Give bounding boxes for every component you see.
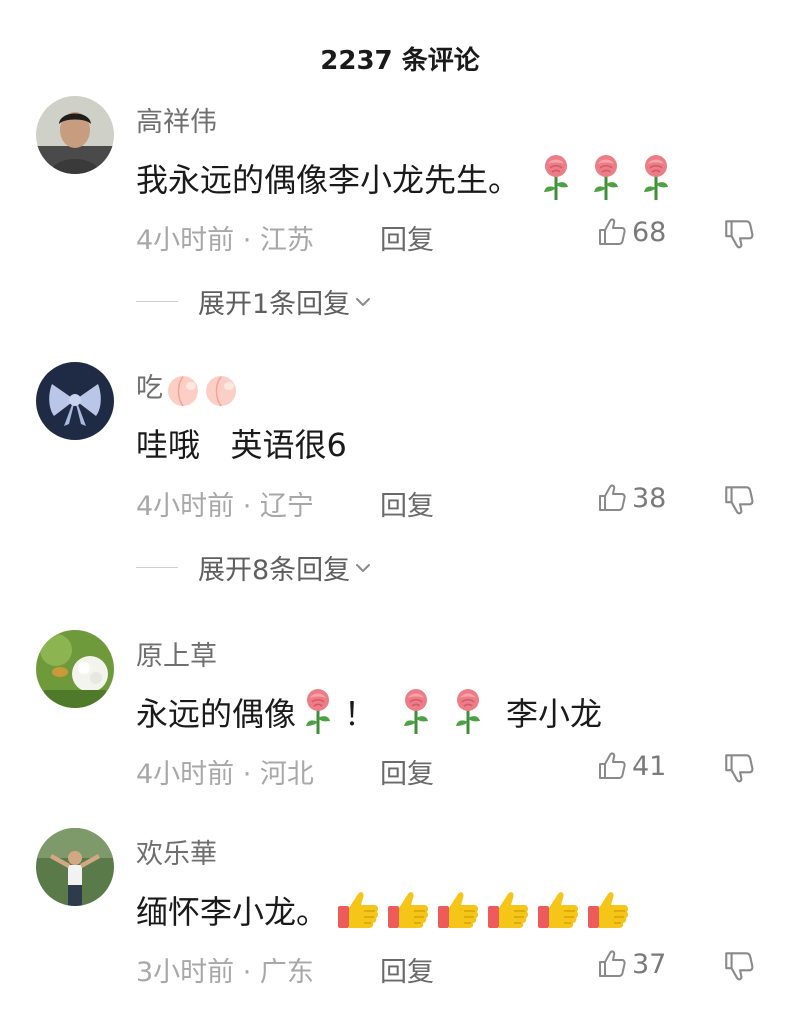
rose-emoji-icon	[396, 688, 436, 736]
avatar[interactable]	[36, 96, 114, 174]
thumbs-up-emoji-icon	[334, 886, 382, 934]
like-button[interactable]: 41	[596, 750, 666, 782]
reply-button[interactable]: 回复	[380, 218, 434, 257]
username[interactable]: 欢乐華	[136, 832, 217, 871]
thumbs-down-icon	[722, 751, 756, 785]
reply-button[interactable]: 回复	[380, 752, 434, 791]
rose-emoji-icon	[636, 154, 676, 202]
like-count: 41	[632, 750, 667, 782]
peach-emoji-icon	[203, 372, 239, 408]
avatar[interactable]	[36, 828, 114, 906]
rose-emoji-icon	[448, 688, 488, 736]
rose-emoji-icon	[536, 154, 576, 202]
comment-body: 缅怀李小龙。	[136, 893, 329, 931]
comment-body: 哇哦 英语很6	[136, 426, 347, 464]
username[interactable]: 原上草	[136, 634, 217, 673]
thumbs-up-icon	[596, 482, 628, 514]
username[interactable]: 高祥伟	[136, 100, 217, 139]
reply-button[interactable]: 回复	[380, 484, 434, 523]
username[interactable]: 吃	[136, 366, 239, 408]
comment-text: 哇哦 英语很6	[136, 420, 347, 466]
expand-replies-button[interactable]: 展开1条回复	[136, 282, 374, 321]
chevron-down-icon	[352, 291, 374, 313]
username-text: 吃	[136, 373, 163, 404]
comment-time-location: 3小时前 · 广东	[136, 957, 314, 988]
reply-button[interactable]: 回复	[380, 950, 434, 989]
thumbs-up-emoji-icon	[584, 886, 632, 934]
rose-emoji-icon	[586, 154, 626, 202]
comment-text: 缅怀李小龙。	[136, 886, 632, 934]
thumbs-down-icon	[722, 217, 756, 251]
thumbs-up-icon	[596, 750, 628, 782]
comment-count-title: 2237 条评论	[320, 46, 480, 76]
thumbs-down-icon	[722, 949, 756, 983]
thumbs-up-emoji-icon	[434, 886, 482, 934]
comment-text: 我永远的偶像李小龙先生。	[136, 154, 676, 202]
comment-time-location: 4小时前 · 江苏	[136, 225, 314, 256]
expand-replies-label: 展开1条回复	[198, 289, 351, 320]
like-count: 37	[632, 948, 667, 980]
dislike-button[interactable]	[722, 751, 756, 785]
comment-time-location: 4小时前 · 辽宁	[136, 491, 314, 522]
divider-line	[136, 567, 178, 568]
like-button[interactable]: 38	[596, 482, 666, 514]
thumbs-up-emoji-icon	[384, 886, 432, 934]
thumbs-up-icon	[596, 216, 628, 248]
chevron-down-icon	[352, 557, 374, 579]
dislike-button[interactable]	[722, 483, 756, 517]
like-count: 68	[632, 216, 667, 248]
avatar[interactable]	[36, 362, 114, 440]
thumbs-up-emoji-icon	[484, 886, 532, 934]
expand-replies-button[interactable]: 展开8条回复	[136, 548, 374, 587]
comment-text: 永远的偶像 ！ 李小龙	[136, 688, 602, 736]
thumbs-up-emoji-icon	[534, 886, 582, 934]
comment-body: 永远的偶像	[136, 695, 297, 733]
like-count: 38	[632, 482, 667, 514]
comment-body: 李小龙	[506, 695, 603, 733]
dislike-button[interactable]	[722, 949, 756, 983]
peach-emoji-icon	[165, 372, 201, 408]
rose-emoji-icon	[298, 688, 338, 736]
like-button[interactable]: 37	[596, 948, 666, 980]
dislike-button[interactable]	[722, 217, 756, 251]
like-button[interactable]: 68	[596, 216, 666, 248]
avatar[interactable]	[36, 630, 114, 708]
expand-replies-label: 展开8条回复	[198, 555, 351, 586]
comment-body: 我永远的偶像李小龙先生。	[136, 161, 521, 199]
comment-time-location: 4小时前 · 河北	[136, 759, 314, 790]
thumbs-down-icon	[722, 483, 756, 517]
divider-line	[136, 301, 178, 302]
comment-body: ！	[344, 695, 377, 733]
thumbs-up-icon	[596, 948, 628, 980]
